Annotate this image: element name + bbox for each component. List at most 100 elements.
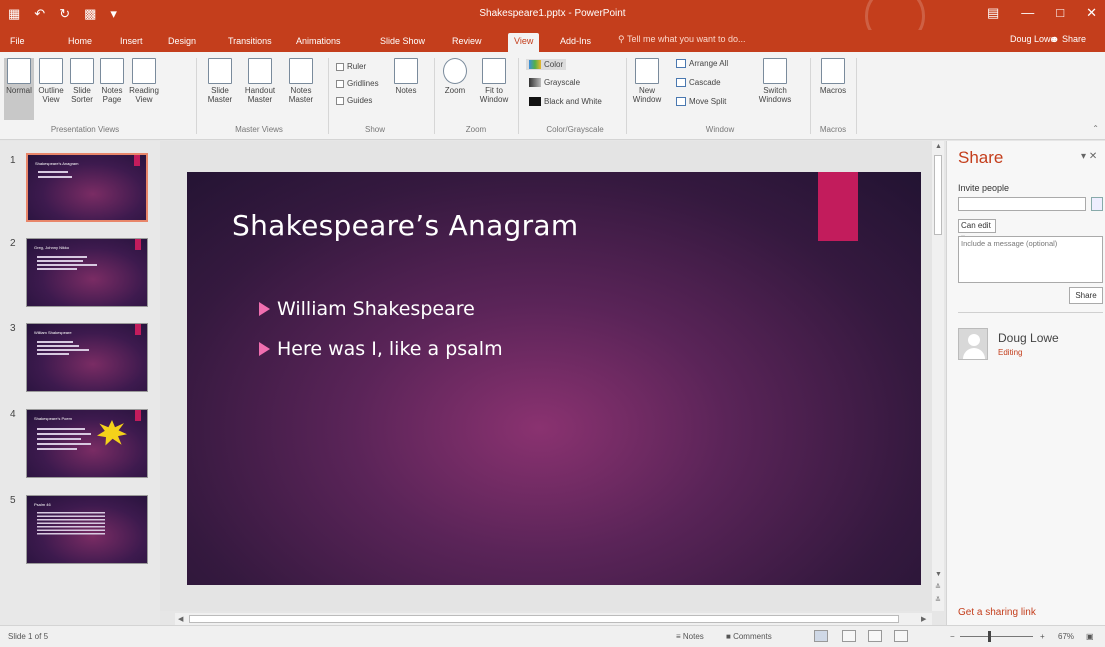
zoom-slider[interactable] — [960, 636, 1033, 637]
fit-to-window-button[interactable]: Fit to Window — [476, 58, 512, 104]
arrange-all-icon — [676, 59, 686, 68]
tab-add-ins[interactable]: Add-Ins — [554, 33, 597, 52]
normal-view-button[interactable]: Normal — [4, 58, 34, 120]
notes-button[interactable]: Notes — [392, 58, 420, 95]
starburst-icon — [97, 420, 127, 446]
move-split-button[interactable]: Move Split — [676, 97, 726, 106]
tab-design[interactable]: Design — [162, 33, 202, 52]
zoom-button[interactable]: Zoom — [440, 58, 470, 95]
share-button[interactable]: ☻ Share — [1050, 34, 1086, 44]
slide-thumbnail-4[interactable]: Shakespeare's Poem — [26, 409, 148, 478]
minimize-icon[interactable]: — — [1021, 5, 1034, 21]
slide-thumbnail-5[interactable]: Psalm 46 — [26, 495, 148, 564]
message-textarea[interactable]: Include a message (optional) — [958, 236, 1103, 283]
ribbon-separator — [626, 58, 627, 134]
notes-master-button[interactable]: Notes Master — [284, 58, 318, 104]
normal-view-status-icon[interactable] — [814, 630, 828, 642]
permission-dropdown[interactable]: Can edit ▾ — [958, 219, 996, 242]
scroll-left-icon[interactable]: ◀ — [178, 615, 183, 623]
macros-button[interactable]: Macros — [816, 58, 850, 95]
maximize-icon[interactable]: □ — [1056, 5, 1064, 21]
checkbox-box — [336, 79, 344, 88]
invite-people-input[interactable] — [958, 197, 1086, 211]
reading-view-button[interactable]: Reading View — [128, 58, 160, 104]
gridlines-checkbox[interactable]: Gridlines — [336, 79, 379, 88]
slide-canvas[interactable]: Shakespeare’s Anagram William Shakespear… — [187, 172, 921, 585]
guides-checkbox[interactable]: Guides — [336, 96, 372, 105]
get-sharing-link[interactable]: Get a sharing link — [958, 607, 1036, 618]
ribbon-separator — [518, 58, 519, 134]
tab-insert[interactable]: Insert — [114, 33, 149, 52]
pane-options-icon[interactable]: ▾ — [1081, 151, 1086, 162]
magnifier-icon — [443, 58, 467, 84]
tab-home[interactable]: Home — [62, 33, 98, 52]
slide-bullet-1[interactable]: William Shakespeare — [259, 298, 475, 320]
thumbnail-text-line — [37, 268, 77, 270]
vertical-scroll-thumb[interactable] — [934, 155, 942, 235]
previous-slide-icon[interactable]: ≙ — [935, 583, 941, 591]
notes-toggle[interactable]: ≡ Notes — [676, 632, 704, 641]
ribbon-display-options-icon[interactable]: ▤ — [987, 5, 999, 21]
address-book-icon[interactable] — [1091, 197, 1103, 211]
zoom-slider-handle[interactable] — [988, 631, 991, 642]
tab-animations[interactable]: Animations — [290, 33, 347, 52]
tab-file[interactable]: File — [4, 33, 31, 52]
next-slide-icon[interactable]: ≚ — [935, 596, 941, 604]
switch-windows-icon — [763, 58, 787, 84]
status-bar: Slide 1 of 5 ≡ Notes ■ Comments − + 67% … — [0, 625, 1105, 647]
tab-review[interactable]: Review — [446, 33, 488, 52]
new-window-button[interactable]: New Window — [632, 58, 662, 104]
grayscale-button[interactable]: Grayscale — [529, 78, 580, 87]
tab-view[interactable]: View — [508, 33, 540, 52]
slide-thumbnail-3[interactable]: William Shakespeare — [26, 323, 148, 392]
tab-transitions[interactable]: Transitions — [222, 33, 278, 52]
collapse-ribbon-icon[interactable]: ⌃ — [1092, 124, 1099, 133]
close-icon[interactable]: ✕ — [1086, 5, 1097, 21]
share-pane: Share ▾ ✕ Invite people Can edit ▾ Inclu… — [946, 141, 1105, 625]
zoom-out-icon[interactable]: − — [950, 632, 955, 641]
scroll-down-icon[interactable]: ▼ — [935, 571, 942, 578]
comments-toggle[interactable]: ■ Comments — [726, 632, 772, 641]
fit-slide-icon[interactable]: ▣ — [1086, 632, 1094, 641]
black-white-swatch-icon — [529, 97, 541, 106]
thumbnail-accent — [134, 155, 140, 166]
tell-me-box[interactable]: ⚲ Tell me what you want to do... — [618, 34, 746, 45]
slide-bullet-2[interactable]: Here was I, like a psalm — [259, 338, 503, 360]
zoom-level[interactable]: 67% — [1058, 632, 1074, 641]
slide-sorter-button[interactable]: Slide Sorter — [68, 58, 96, 104]
handout-master-icon — [248, 58, 272, 84]
invite-people-label: Invite people — [958, 183, 1010, 193]
handout-master-button[interactable]: Handout Master — [240, 58, 280, 104]
horizontal-scrollbar[interactable]: ◀ ▶ — [175, 613, 932, 625]
horizontal-scroll-thumb[interactable] — [189, 615, 899, 623]
scroll-right-icon[interactable]: ▶ — [921, 615, 926, 623]
slide-sorter-status-icon[interactable] — [842, 630, 856, 642]
close-pane-icon[interactable]: ✕ — [1089, 151, 1097, 162]
notes-page-button[interactable]: Notes Page — [98, 58, 126, 104]
reading-view-status-icon[interactable] — [868, 630, 882, 642]
arrange-all-button[interactable]: Arrange All — [676, 59, 728, 68]
thumbnail-text-line — [37, 353, 69, 355]
scroll-up-icon[interactable]: ▲ — [935, 143, 942, 150]
vertical-scrollbar[interactable]: ▲ ▼ ≙ ≚ — [932, 141, 944, 611]
slide-show-status-icon[interactable] — [894, 630, 908, 642]
slide-thumbnail-2[interactable]: Greg, Johnny Nikko — [26, 238, 148, 307]
user-name[interactable]: Doug Lowe — [1010, 34, 1056, 44]
share-submit-button[interactable]: Share — [1069, 287, 1103, 304]
ruler-checkbox[interactable]: Ruler — [336, 62, 366, 71]
outline-view-button[interactable]: Outline View — [36, 58, 66, 104]
slide-master-button[interactable]: Slide Master — [205, 58, 235, 104]
tab-slide-show[interactable]: Slide Show — [374, 33, 431, 52]
thumbnail-text-line — [37, 433, 91, 435]
thumbnail-text-line — [37, 345, 79, 347]
switch-windows-button[interactable]: Switch Windows — [754, 58, 796, 104]
thumbnail-text-line — [38, 176, 72, 178]
color-button[interactable]: Color — [526, 59, 567, 70]
slide-title[interactable]: Shakespeare’s Anagram — [232, 209, 578, 242]
cascade-button[interactable]: Cascade — [676, 78, 721, 87]
black-and-white-button[interactable]: Black and White — [529, 97, 602, 106]
window-title: Shakespeare1.pptx - PowerPoint — [479, 8, 626, 19]
zoom-in-icon[interactable]: + — [1040, 632, 1045, 641]
bullet-triangle-icon — [259, 342, 270, 356]
slide-thumbnail-1[interactable]: Shakespeare's Anagram — [26, 153, 148, 222]
